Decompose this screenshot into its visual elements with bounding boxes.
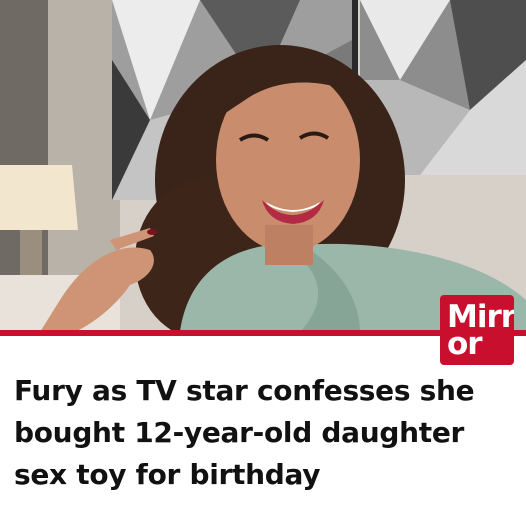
mirror-logo[interactable]: Mirr or <box>440 295 514 365</box>
news-card[interactable]: Mirr or Fury as TV star confesses she bo… <box>0 0 526 526</box>
photo-illustration <box>0 0 526 332</box>
article-headline[interactable]: Fury as TV star confesses she bought 12-… <box>14 370 514 496</box>
article-photo[interactable] <box>0 0 526 332</box>
logo-text-line2: or <box>447 326 483 362</box>
